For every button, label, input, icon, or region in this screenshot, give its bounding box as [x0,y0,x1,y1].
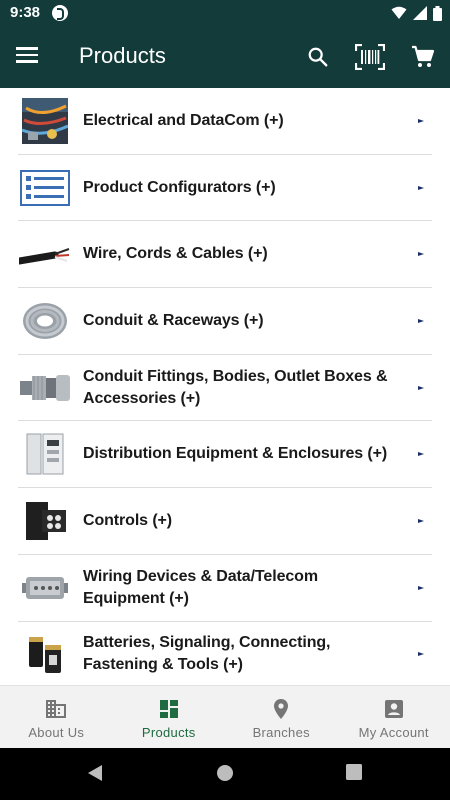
menu-button[interactable] [16,44,44,70]
barcode-scan-icon [355,44,385,70]
product-category-list: Electrical and DataCom (+) Product Confi… [0,88,450,685]
conduit-fitting-thumbnail [18,363,72,413]
nav-label: My Account [358,725,429,740]
arrow-right-icon [418,585,424,590]
status-icons [391,5,442,21]
arrow-right-icon [418,652,424,657]
wire-cable-thumbnail [18,229,72,279]
search-icon [308,47,328,67]
product-category-item[interactable]: Wiring Devices & Data/Telecom Equipment … [18,555,432,622]
product-category-label: Wire, Cords & Cables (+) [83,245,268,263]
configurator-list-icon [18,163,72,213]
nav-about-us[interactable]: About Us [0,686,113,748]
product-category-label: Conduit Fittings, Bodies, Outlet Boxes &… [83,367,388,407]
nav-label: Branches [252,725,310,740]
product-category-item[interactable]: Controls (+) [18,488,432,555]
battery-icon [433,5,442,21]
app-bar: Products [0,26,450,88]
arrow-right-icon [418,118,424,123]
nav-products[interactable]: Products [113,686,226,748]
nav-label: Products [141,725,196,740]
product-category-item[interactable]: Conduit Fittings, Bodies, Outlet Boxes &… [18,355,432,422]
nav-label: About Us [28,725,85,740]
connector-thumbnail [18,563,72,613]
contactor-thumbnail [18,496,72,546]
nav-branches[interactable]: Branches [225,686,338,748]
product-category-label: Distribution Equipment & Enclosures (+) [83,445,388,463]
cart-button[interactable] [408,42,438,72]
product-category-item[interactable]: Distribution Equipment & Enclosures (+) [18,421,432,489]
app-notification-icon [52,5,68,21]
product-category-item[interactable]: Batteries, Signaling, Connecting, Fasten… [18,622,432,686]
product-category-label: Electrical and DataCom (+) [83,111,284,129]
arrow-right-icon [418,385,424,390]
building-icon [46,700,67,718]
product-category-item[interactable]: Conduit & Raceways (+) [18,288,432,355]
search-button[interactable] [303,42,333,72]
nav-my-account[interactable]: My Account [338,686,450,748]
distribution-panel-thumbnail [18,429,72,479]
wifi-icon [391,6,407,19]
arrow-right-icon [418,252,424,257]
status-time: 9:38 [10,4,41,21]
location-pin-icon [274,699,289,719]
recents-icon[interactable] [346,764,362,780]
batteries-thumbnail [18,630,72,680]
product-category-label: Wiring Devices & Data/Telecom Equipment … [83,567,318,607]
product-category-label: Conduit & Raceways (+) [83,311,264,329]
system-navigation-bar [0,748,450,800]
bottom-navigation: About Us Products Branches My Account [0,685,450,748]
account-box-icon [384,700,403,718]
arrow-right-icon [418,518,424,523]
product-category-item[interactable]: Wire, Cords & Cables (+) [18,221,432,289]
conduit-coil-thumbnail [18,296,72,346]
product-category-label: Batteries, Signaling, Connecting, Fasten… [83,634,331,674]
status-bar: 9:38 [0,0,450,26]
product-category-item[interactable]: Product Configurators (+) [18,155,432,222]
product-category-label: Product Configurators (+) [83,178,276,196]
dashboard-icon [159,700,178,718]
home-icon[interactable] [216,764,234,782]
product-category-item[interactable]: Electrical and DataCom (+) [18,88,432,155]
product-category-label: Controls (+) [83,511,173,529]
arrow-right-icon [418,318,424,323]
arrow-right-icon [418,452,424,457]
signal-icon [413,6,427,20]
barcode-scan-button[interactable] [355,42,385,72]
electrical-datacom-thumbnail [18,96,72,146]
arrow-right-icon [418,185,424,190]
shopping-cart-icon [412,45,435,67]
back-icon[interactable] [86,764,104,782]
page-title: Products [79,43,166,68]
